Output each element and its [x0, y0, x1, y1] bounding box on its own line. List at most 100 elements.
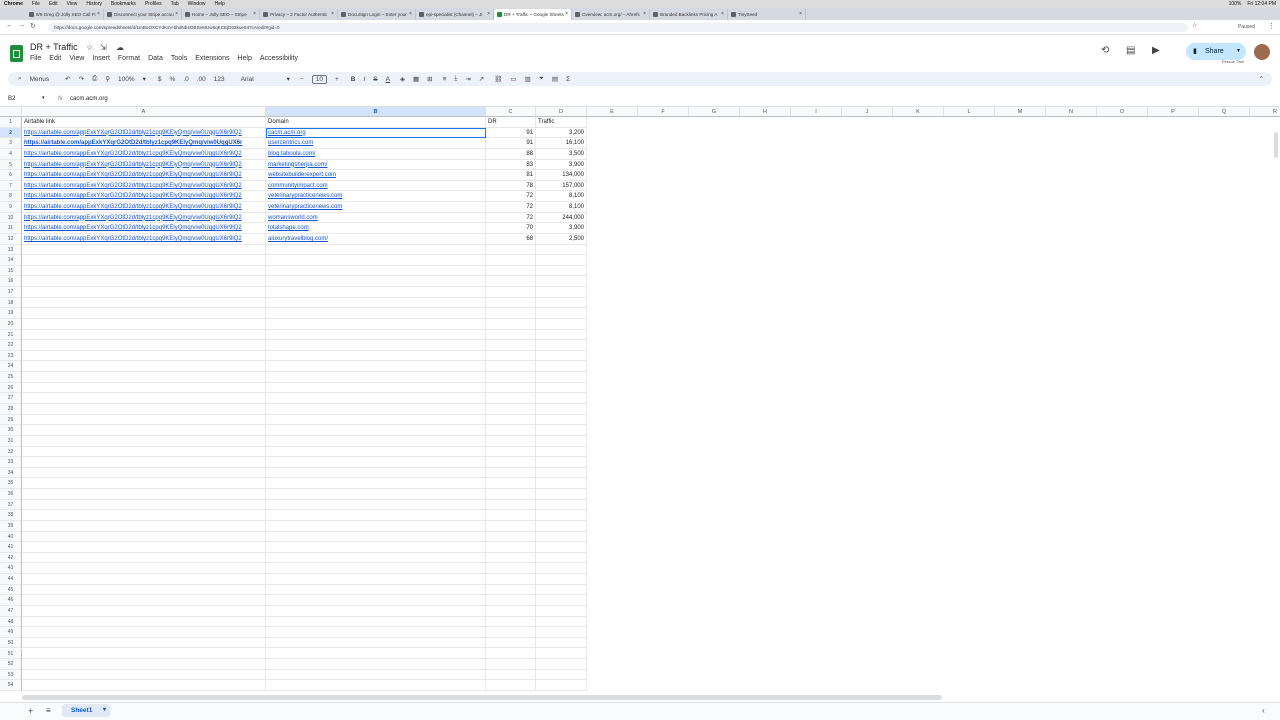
meet-icon[interactable]: ▶ — [1152, 45, 1160, 56]
star-icon[interactable]: ☆ — [86, 43, 93, 52]
empty-cell[interactable] — [486, 414, 536, 426]
close-tab-icon[interactable]: × — [331, 9, 334, 20]
row-header[interactable]: 41 — [0, 542, 22, 553]
empty-cell[interactable] — [536, 467, 587, 479]
percent-button[interactable]: % — [170, 76, 176, 83]
row-header[interactable]: 16 — [0, 276, 22, 288]
empty-cell[interactable] — [22, 361, 266, 373]
empty-cell[interactable] — [536, 669, 587, 681]
empty-cell[interactable] — [22, 520, 266, 532]
table-cell[interactable]: 2,500 — [536, 233, 587, 245]
empty-cell[interactable] — [486, 605, 536, 617]
search-menus-icon[interactable]: ⌕ — [18, 75, 22, 83]
row-header[interactable]: 22 — [0, 340, 22, 351]
empty-cell[interactable] — [486, 457, 536, 468]
empty-cell[interactable] — [266, 425, 486, 436]
empty-cell[interactable] — [22, 265, 266, 277]
empty-cell[interactable] — [266, 489, 486, 500]
row-header[interactable]: 35 — [0, 478, 22, 490]
empty-cell[interactable] — [266, 616, 486, 628]
empty-cell[interactable] — [536, 478, 587, 490]
menu-accessibility[interactable]: Accessibility — [260, 55, 298, 62]
table-cell[interactable]: cacm.acm.org — [266, 127, 486, 139]
name-box[interactable]: B2 — [8, 96, 15, 102]
empty-cell[interactable] — [266, 595, 486, 606]
os-menu-item[interactable]: File — [32, 0, 40, 8]
column-header[interactable]: M — [995, 107, 1046, 117]
close-tab-icon[interactable]: × — [409, 9, 412, 20]
empty-cell[interactable] — [22, 414, 266, 426]
cloud-status-icon[interactable]: ☁ — [116, 43, 124, 52]
row-header[interactable]: 43 — [0, 563, 22, 575]
empty-cell[interactable] — [486, 435, 536, 447]
table-cell[interactable]: https://airtable.com/appExkYXqrG2OtD2d/t… — [22, 138, 266, 149]
select-all-corner[interactable] — [0, 107, 22, 117]
empty-cell[interactable] — [22, 308, 266, 319]
empty-cell[interactable] — [22, 584, 266, 596]
empty-cell[interactable] — [22, 276, 266, 288]
decrease-decimal-button[interactable]: .0 — [183, 76, 188, 83]
table-cell[interactable]: 78 — [486, 180, 536, 192]
empty-cell[interactable] — [536, 637, 587, 649]
empty-cell[interactable] — [22, 372, 266, 383]
table-cell[interactable]: 157,000 — [536, 180, 587, 192]
column-header[interactable]: L — [944, 107, 995, 117]
menu-insert[interactable]: Insert — [92, 55, 110, 62]
menu-data[interactable]: Data — [148, 55, 163, 62]
empty-cell[interactable] — [266, 478, 486, 490]
empty-cell[interactable] — [266, 340, 486, 351]
row-header[interactable]: 17 — [0, 287, 22, 298]
column-header[interactable]: E — [587, 107, 638, 117]
functions-icon[interactable]: Σ — [566, 76, 570, 83]
row-header[interactable]: 44 — [0, 574, 22, 585]
empty-cell[interactable] — [266, 435, 486, 447]
close-tab-icon[interactable]: × — [253, 9, 256, 20]
bold-icon[interactable]: B — [351, 76, 356, 83]
empty-cell[interactable] — [266, 669, 486, 681]
move-icon[interactable]: ⇲ — [100, 43, 107, 52]
filter-icon[interactable]: ⏷ — [539, 75, 544, 83]
chevron-down-icon[interactable]: ▾ — [42, 95, 45, 101]
empty-cell[interactable] — [486, 446, 536, 458]
empty-cell[interactable] — [22, 563, 266, 575]
chevron-down-icon[interactable]: ▾ — [103, 704, 106, 717]
row-header[interactable]: 40 — [0, 531, 22, 543]
link-icon[interactable]: ⛓ — [494, 75, 502, 83]
column-header[interactable]: R — [1250, 107, 1280, 117]
empty-cell[interactable] — [22, 340, 266, 351]
empty-cell[interactable] — [486, 510, 536, 521]
empty-cell[interactable] — [22, 382, 266, 394]
empty-cell[interactable] — [22, 457, 266, 468]
row-header[interactable]: 42 — [0, 552, 22, 564]
row-header[interactable]: 52 — [0, 659, 22, 670]
redo-icon[interactable]: ↷ — [79, 75, 84, 83]
row-header[interactable]: 48 — [0, 616, 22, 628]
table-cell[interactable]: 88 — [486, 148, 536, 160]
row-header[interactable]: 20 — [0, 318, 22, 330]
empty-cell[interactable] — [266, 552, 486, 564]
vertical-scrollbar[interactable] — [1274, 132, 1278, 158]
table-cell[interactable]: 72 — [486, 191, 536, 203]
table-cell[interactable]: 91 — [486, 127, 536, 139]
all-sheets-icon[interactable]: ≡ — [46, 706, 51, 715]
empty-cell[interactable] — [536, 574, 587, 585]
close-tab-icon[interactable]: × — [487, 9, 490, 20]
empty-cell[interactable] — [486, 478, 536, 490]
browser-tab[interactable]: Branded Backlinks Pricing A × — [650, 9, 728, 20]
close-tab-icon[interactable]: × — [175, 9, 178, 20]
empty-cell[interactable] — [486, 425, 536, 436]
fill-color-icon[interactable]: ◈ — [400, 75, 405, 83]
table-cell[interactable]: blog.taboola.com/ — [266, 148, 486, 160]
text-color-icon[interactable]: A — [386, 76, 390, 83]
empty-cell[interactable] — [536, 457, 587, 468]
column-header[interactable]: I — [791, 107, 842, 117]
empty-cell[interactable] — [486, 382, 536, 394]
empty-cell[interactable] — [22, 627, 266, 638]
empty-cell[interactable] — [536, 584, 587, 596]
empty-cell[interactable] — [266, 457, 486, 468]
menu-tools[interactable]: Tools — [171, 55, 187, 62]
table-cell[interactable]: aluxurytravelblog.com/ — [266, 233, 486, 245]
empty-cell[interactable] — [536, 287, 587, 298]
empty-cell[interactable] — [536, 340, 587, 351]
reload-icon[interactable]: ↻ — [30, 22, 36, 30]
